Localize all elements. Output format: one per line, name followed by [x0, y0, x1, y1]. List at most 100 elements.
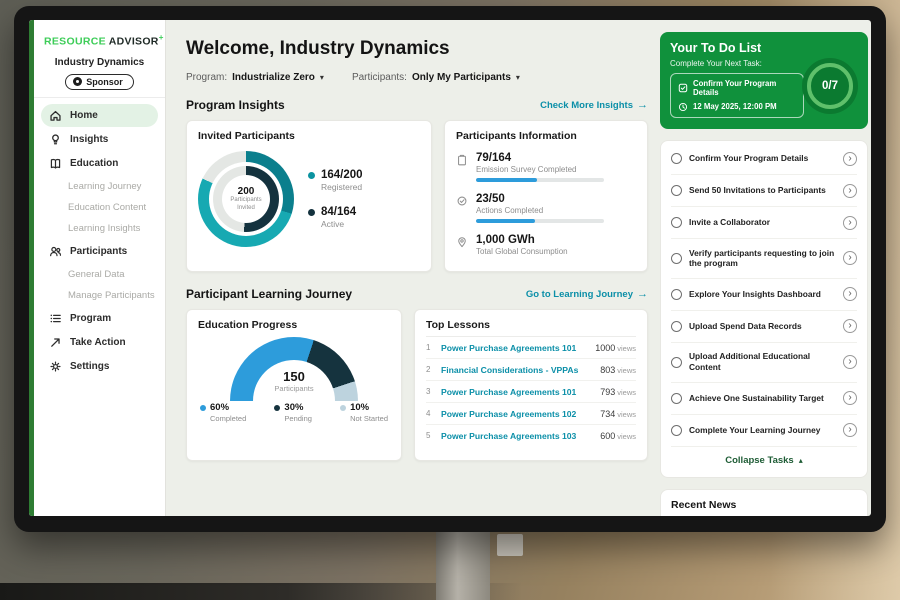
- gear-icon: [49, 360, 62, 373]
- lightbulb-icon: [49, 133, 62, 146]
- clock-icon: [678, 102, 688, 112]
- task-explore-insights[interactable]: Explore Your Insights Dashboard ›: [671, 279, 857, 311]
- task-checkbox[interactable]: [671, 253, 682, 264]
- top-lessons-card: Top Lessons 1 Power Purchase Agreements …: [414, 309, 648, 461]
- learning-cards-row: Education Progress 150 Participants: [186, 309, 648, 461]
- photo-background: RESOURCE ADVISOR+ Industry Dynamics Spon…: [0, 0, 900, 600]
- dashboard-column: Welcome, Industry Dynamics Program: Indu…: [186, 32, 648, 516]
- chevron-right-icon[interactable]: ›: [843, 184, 857, 198]
- arrow-right-icon: →: [637, 99, 648, 111]
- monitor-bezel: RESOURCE ADVISOR+ Industry Dynamics Spon…: [14, 6, 886, 532]
- invited-participants-card: Invited Participants 200 Participants In…: [186, 120, 432, 272]
- participants-information-card: Participants Information 79/164 Emission…: [444, 120, 648, 272]
- sidebar-item-learning-insights[interactable]: Learning Insights: [34, 218, 165, 239]
- lesson-views: 1000views: [595, 343, 636, 353]
- clipboard-icon: [456, 154, 468, 166]
- next-task-box[interactable]: Confirm Your Program Details 12 May 2025…: [670, 73, 804, 118]
- sidebar-item-insights[interactable]: Insights: [41, 128, 158, 151]
- task-checkbox[interactable]: [671, 357, 682, 368]
- chevron-right-icon[interactable]: ›: [843, 152, 857, 166]
- task-checkbox[interactable]: [671, 217, 682, 228]
- task-checkbox[interactable]: [671, 425, 682, 436]
- lesson-views: 600views: [600, 431, 636, 441]
- task-upload-educational-content[interactable]: Upload Additional Educational Content ›: [671, 343, 857, 383]
- check-more-insights-link[interactable]: Check More Insights →: [540, 99, 648, 111]
- task-achieve-sustainability-target[interactable]: Achieve One Sustainability Target ›: [671, 383, 857, 415]
- task-invite-collaborator[interactable]: Invite a Collaborator ›: [671, 207, 857, 239]
- participants-dropdown[interactable]: Participants: Only My Participants ▾: [352, 72, 520, 83]
- task-checkbox[interactable]: [671, 321, 682, 332]
- lesson-link[interactable]: Power Purchase Agreements 101: [441, 343, 589, 353]
- todo-column: Your To Do List Complete Your Next Task:…: [660, 32, 868, 516]
- chevron-right-icon[interactable]: ›: [843, 216, 857, 230]
- chevron-down-icon: ▾: [516, 73, 520, 82]
- sidebar-item-manage-participants[interactable]: Manage Participants: [34, 285, 165, 306]
- invited-donut-outer: 200 Participants Invited: [198, 151, 294, 247]
- lesson-link[interactable]: Power Purchase Agreements 101: [441, 387, 594, 397]
- lesson-link[interactable]: Financial Considerations - VPPAs: [441, 365, 594, 375]
- collapse-tasks-label: Collapse Tasks: [725, 455, 793, 466]
- lesson-rank: 5: [426, 431, 435, 440]
- sponsor-badge: Sponsor: [65, 74, 134, 90]
- checkbox-icon: [678, 83, 688, 93]
- todo-title: Your To Do List: [670, 41, 858, 55]
- sidebar-item-settings[interactable]: Settings: [41, 355, 158, 378]
- lesson-link[interactable]: Power Purchase Agreements 103: [441, 431, 594, 441]
- task-checkbox[interactable]: [671, 185, 682, 196]
- sidebar-item-learning-journey[interactable]: Learning Journey: [34, 176, 165, 197]
- todo-progress-ring: 0/7: [802, 58, 858, 114]
- sidebar-item-label: Program: [70, 313, 111, 324]
- sidebar-item-education[interactable]: Education: [41, 152, 158, 175]
- sidebar-item-general-data[interactable]: General Data: [34, 264, 165, 285]
- app-logo: RESOURCE ADVISOR+: [34, 20, 165, 52]
- sidebar-item-participants[interactable]: Participants: [41, 240, 158, 263]
- chevron-right-icon[interactable]: ›: [843, 423, 857, 437]
- location-pin-icon: [456, 236, 468, 248]
- invited-legend: 164/200 Registered 84/164 Active: [308, 169, 363, 229]
- sidebar-item-program[interactable]: Program: [41, 307, 158, 330]
- stat-emission-survey: 79/164 Emission Survey Completed: [456, 152, 636, 182]
- go-to-learning-journey-link[interactable]: Go to Learning Journey →: [526, 288, 648, 300]
- chevron-right-icon[interactable]: ›: [843, 251, 857, 265]
- task-checkbox[interactable]: [671, 289, 682, 300]
- next-task-label: Confirm Your Program Details: [693, 79, 796, 98]
- lesson-row: 1 Power Purchase Agreements 101 1000view…: [426, 337, 636, 359]
- lesson-row: 3 Power Purchase Agreements 101 793views: [426, 381, 636, 403]
- task-upload-spend-data[interactable]: Upload Spend Data Records ›: [671, 311, 857, 343]
- sidebar-item-take-action[interactable]: Take Action: [41, 331, 158, 354]
- chevron-right-icon[interactable]: ›: [843, 391, 857, 405]
- legend-dot: [200, 405, 206, 411]
- card-title: Education Progress: [198, 319, 390, 331]
- lesson-views: 803views: [600, 365, 636, 375]
- logo-resource: RESOURCE: [44, 36, 106, 48]
- stat-label: Total Global Consumption: [476, 247, 568, 256]
- lesson-views: 793views: [600, 387, 636, 397]
- list-icon: [49, 312, 62, 325]
- sidebar-item-home[interactable]: Home: [41, 104, 158, 127]
- legend-dot: [308, 209, 315, 216]
- legend-value: 164/200: [321, 169, 363, 181]
- task-complete-learning-journey[interactable]: Complete Your Learning Journey ›: [671, 415, 857, 447]
- people-icon: [49, 245, 62, 258]
- lesson-link[interactable]: Power Purchase Agreements 102: [441, 409, 594, 419]
- chevron-right-icon[interactable]: ›: [843, 355, 857, 369]
- program-dropdown[interactable]: Program: Industrialize Zero ▾: [186, 72, 324, 83]
- chevron-right-icon[interactable]: ›: [843, 287, 857, 301]
- task-confirm-program-details[interactable]: Confirm Your Program Details ›: [671, 143, 857, 175]
- task-checkbox[interactable]: [671, 153, 682, 164]
- legend-value: 60%: [210, 402, 229, 413]
- arrow-right-icon: →: [637, 288, 648, 300]
- sidebar-item-education-content[interactable]: Education Content: [34, 197, 165, 218]
- gauge-label: Participants: [198, 384, 390, 393]
- chevron-right-icon[interactable]: ›: [843, 319, 857, 333]
- task-checkbox[interactable]: [671, 393, 682, 404]
- gauge-value: 150: [198, 369, 390, 384]
- task-send-invitations[interactable]: Send 50 Invitations to Participants ›: [671, 175, 857, 207]
- legend-label: Pending: [284, 414, 312, 423]
- sidebar-accent-bar: [29, 20, 34, 516]
- collapse-tasks-button[interactable]: Collapse Tasks ▴: [671, 447, 857, 475]
- monitor-screen: RESOURCE ADVISOR+ Industry Dynamics Spon…: [29, 20, 871, 516]
- sidebar-item-label: Take Action: [70, 337, 126, 348]
- legend-label: Registered: [321, 182, 363, 192]
- task-verify-participants[interactable]: Verify participants requesting to join t…: [671, 239, 857, 279]
